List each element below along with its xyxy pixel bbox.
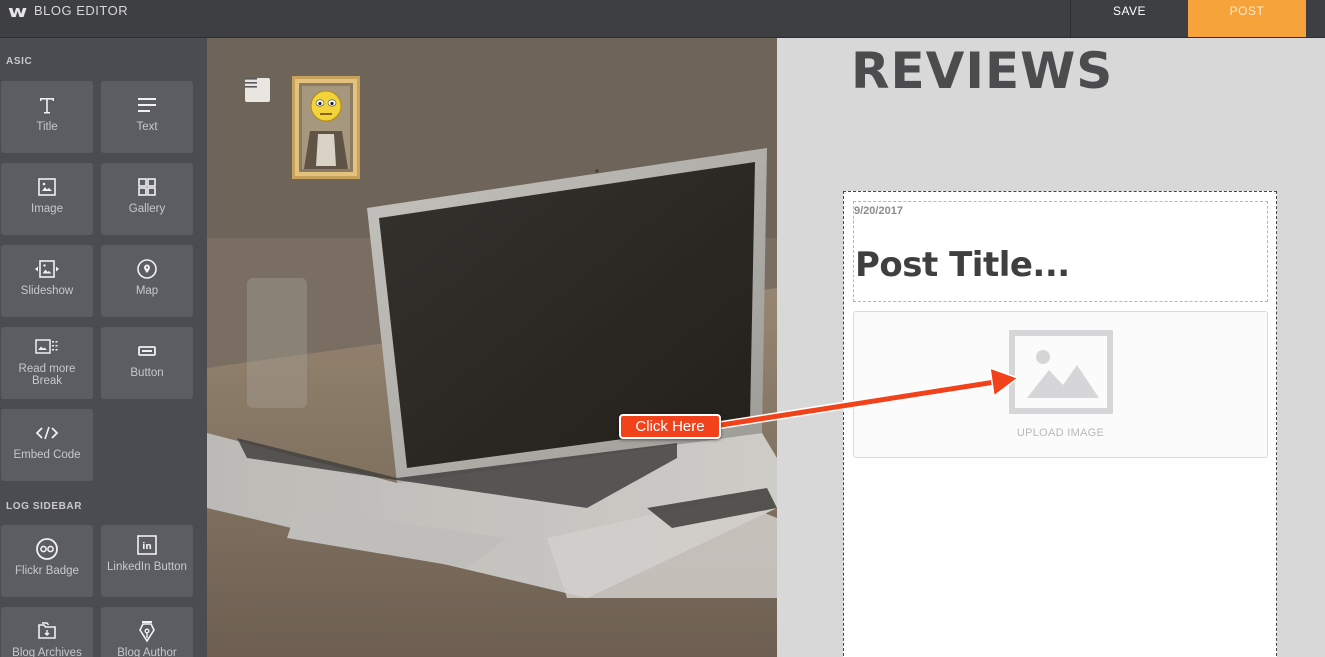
- header-background-image[interactable]: [207, 38, 777, 657]
- element-label: Blog Archives: [12, 647, 82, 657]
- element-label: Embed Code: [13, 449, 81, 461]
- svg-text:in: in: [142, 542, 152, 552]
- title-icon: [1, 93, 93, 117]
- blog-content-area: REVIEWS 9/20/2017 Post Title... UPLOAD I…: [777, 38, 1325, 657]
- element-label: LinkedIn Button: [107, 561, 187, 573]
- element-label: Slideshow: [20, 285, 74, 297]
- app-title: BLOG EDITOR: [34, 3, 129, 18]
- top-bar: w BLOG EDITOR SAVE POST: [0, 0, 1325, 38]
- element-label: Title: [36, 121, 58, 133]
- post-button[interactable]: POST: [1188, 0, 1306, 37]
- element-label: Text: [136, 121, 158, 133]
- map-pin-icon: [101, 257, 193, 281]
- element-blog-author[interactable]: Blog Author: [101, 607, 193, 657]
- blog-post-card: 9/20/2017 Post Title... UPLOAD IMAGE: [843, 191, 1277, 657]
- read-more-icon: [1, 335, 93, 359]
- gallery-icon: [101, 175, 193, 199]
- text-icon: [101, 93, 193, 117]
- archive-icon: [1, 619, 93, 643]
- linkedin-icon: in: [101, 533, 193, 557]
- element-button[interactable]: Button: [101, 327, 193, 399]
- element-label: Blog Author: [117, 647, 177, 657]
- upload-image-placeholder[interactable]: UPLOAD IMAGE: [853, 311, 1268, 458]
- upload-image-label: UPLOAD IMAGE: [1016, 427, 1105, 439]
- save-button[interactable]: SAVE: [1070, 0, 1188, 37]
- element-blog-archives[interactable]: Blog Archives: [1, 607, 93, 657]
- app-logo: w: [8, 2, 28, 21]
- element-label: Flickr Badge: [15, 565, 79, 577]
- element-read-more-break[interactable]: Read more Break: [1, 327, 93, 399]
- post-date[interactable]: 9/20/2017: [854, 205, 903, 217]
- element-embed-code[interactable]: Embed Code: [1, 409, 93, 481]
- element-label: Button: [130, 367, 164, 379]
- element-label: Map: [135, 285, 159, 297]
- hamburger-menu-icon[interactable]: [245, 78, 270, 102]
- pen-nib-icon: [101, 619, 193, 643]
- image-icon: [1, 175, 93, 199]
- section-label-blog-sidebar: LOG SIDEBAR: [6, 501, 83, 512]
- element-label: Gallery: [128, 203, 166, 215]
- element-linkedin-button[interactable]: in LinkedIn Button: [101, 525, 193, 597]
- element-title[interactable]: Title: [1, 81, 93, 153]
- flickr-icon: [1, 537, 93, 561]
- element-map[interactable]: Map: [101, 245, 193, 317]
- elements-sidebar: ASIC Title Text Image Gallery Slideshow: [0, 38, 207, 657]
- section-label-basic: ASIC: [6, 56, 33, 67]
- image-placeholder-icon: [1009, 330, 1113, 414]
- page-title[interactable]: REVIEWS: [851, 42, 1113, 100]
- element-image[interactable]: Image: [1, 163, 93, 235]
- element-flickr-badge[interactable]: Flickr Badge: [1, 525, 93, 597]
- slideshow-icon: [1, 257, 93, 281]
- element-label: Read more Break: [18, 363, 76, 387]
- button-icon: [101, 339, 193, 363]
- site-logo-image[interactable]: [292, 76, 360, 179]
- code-icon: [1, 421, 93, 445]
- post-header[interactable]: 9/20/2017 Post Title...: [853, 201, 1268, 302]
- element-label: Image: [31, 203, 63, 215]
- element-gallery[interactable]: Gallery: [101, 163, 193, 235]
- element-slideshow[interactable]: Slideshow: [1, 245, 93, 317]
- post-title[interactable]: Post Title...: [855, 245, 1070, 285]
- click-here-callout: Click Here: [619, 414, 721, 439]
- element-text[interactable]: Text: [101, 81, 193, 153]
